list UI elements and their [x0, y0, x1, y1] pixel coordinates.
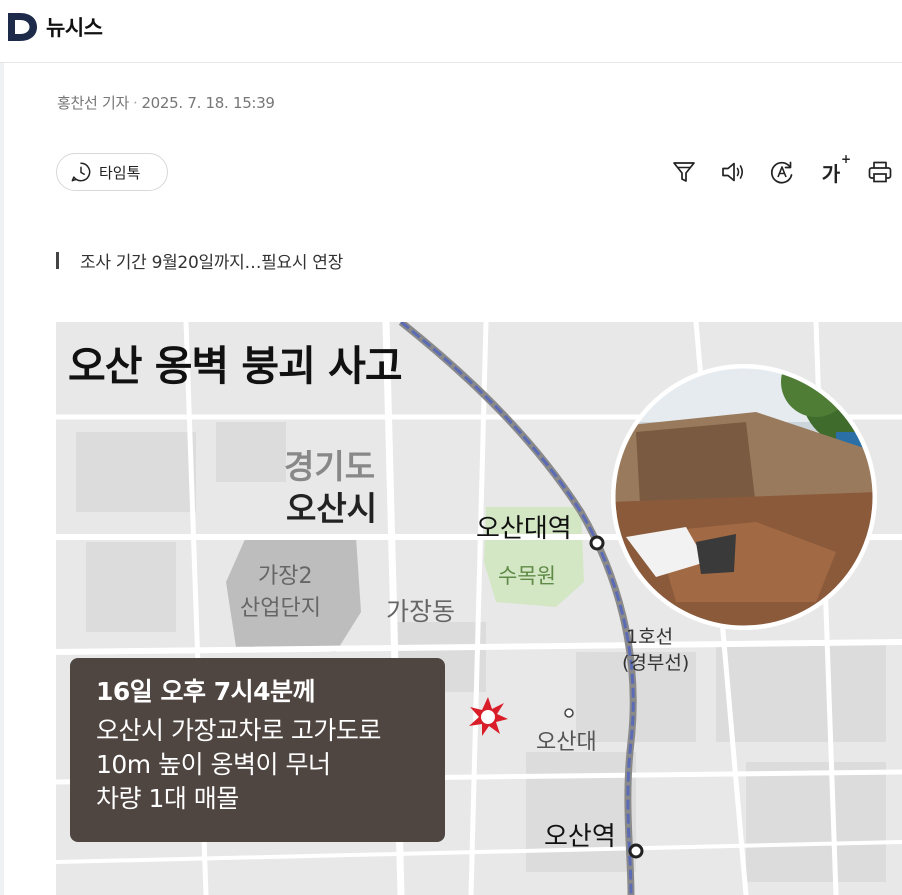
station-dot-osandae	[589, 535, 605, 551]
timetalk-label: 타임톡	[99, 163, 141, 182]
article-tools: 가 +	[670, 152, 894, 186]
station-dot-osan	[628, 843, 644, 859]
site-name[interactable]: 뉴시스	[46, 12, 103, 42]
label-district: 가장동	[386, 597, 456, 626]
subtitle-text: 조사 기간 9월20일까지…필요시 연장	[80, 253, 343, 273]
info-headline: 16일 오후 7시4분께	[96, 677, 316, 706]
info-line-3: 차량 1대 매몰	[96, 784, 239, 813]
print-icon	[868, 161, 892, 183]
font-size-plus: +	[840, 152, 851, 166]
reporter-name: 홍찬선 기자	[57, 94, 129, 112]
filter-icon	[673, 162, 695, 182]
accident-info-box: 16일 오후 7시4분께 오산시 가장교차로 고가도로 10m 높이 옹벽이 무…	[70, 658, 445, 842]
newsis-logo-icon[interactable]	[6, 10, 38, 44]
clock-chat-icon	[71, 162, 91, 182]
label-station-osandae: 오산대역	[476, 514, 572, 544]
label-line-2: (경부선)	[622, 652, 690, 674]
label-province: 경기도	[284, 447, 376, 486]
label-industrial-1: 가장2	[258, 564, 313, 589]
listen-button[interactable]	[719, 158, 747, 186]
article-figure[interactable]: 오산 옹벽 붕괴 사고 경기도 오산시 가장2 산업단지 가장동 오산대역 수목…	[56, 322, 902, 895]
university-dot	[564, 708, 574, 718]
byline: 홍찬선 기자 · 2025. 7. 18. 15:39	[57, 92, 275, 113]
label-city: 오산시	[286, 489, 378, 528]
label-line-1: 1호선	[626, 626, 674, 648]
translate-button[interactable]	[768, 158, 796, 186]
print-button[interactable]	[866, 158, 894, 186]
translate-icon	[770, 161, 793, 184]
article-subtitle: 조사 기간 9월20일까지…필요시 연장	[56, 248, 343, 273]
info-line-1: 오산시 가장교차로 고가도로	[96, 716, 381, 745]
subtitle-bar	[56, 252, 59, 269]
label-park: 수목원	[498, 564, 556, 588]
left-rail	[0, 63, 4, 895]
filter-button[interactable]	[670, 158, 698, 186]
site-header: 뉴시스	[0, 0, 902, 63]
publish-datetime: 2025. 7. 18. 15:39	[141, 94, 275, 112]
byline-separator: ·	[132, 94, 138, 112]
font-size-button[interactable]: 가 +	[817, 152, 851, 186]
map-title: 오산 옹벽 붕괴 사고	[68, 342, 403, 390]
timetalk-button[interactable]: 타임톡	[56, 153, 168, 191]
label-station-osan: 오산역	[544, 822, 616, 852]
label-university: 오산대	[536, 730, 597, 755]
font-size-icon: 가	[821, 161, 841, 186]
speaker-icon	[722, 162, 744, 182]
label-industrial-2: 산업단지	[240, 596, 321, 621]
info-line-2: 10m 높이 옹벽이 무너	[96, 750, 331, 779]
